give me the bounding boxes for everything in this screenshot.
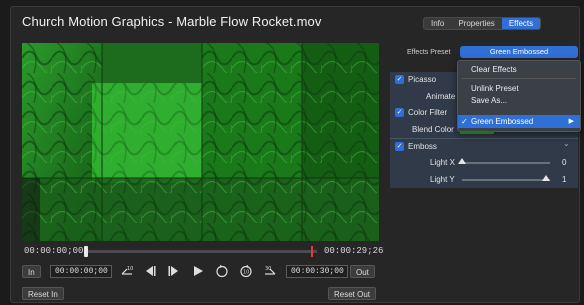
light-y-knob[interactable] (542, 175, 550, 181)
playhead[interactable] (84, 246, 88, 257)
checkmark-icon: ✓ (461, 117, 468, 126)
inspector-tabs: Info Properties Effects (423, 17, 542, 30)
video-preview[interactable] (22, 43, 379, 241)
forward-10-icon[interactable]: 10 (238, 263, 254, 279)
current-timecode: 00:00:00;00 (24, 246, 84, 256)
light-y-slider[interactable] (462, 179, 550, 181)
play-icon[interactable] (190, 263, 206, 279)
in-time-field[interactable]: 00:00:00;00 (50, 265, 112, 278)
picasso-label: Picasso (408, 75, 437, 84)
tab-properties[interactable]: Properties (451, 18, 501, 29)
animate-label: Animate (426, 92, 456, 101)
step-back-icon[interactable] (142, 263, 158, 279)
effects-preset-label: Effects Preset (407, 49, 451, 56)
effects-preset-select[interactable]: Green Embossed (460, 46, 578, 58)
menu-item-save-as[interactable]: Save As... (458, 95, 580, 106)
emboss-label: Emboss (408, 142, 437, 151)
reset-in-button[interactable]: Reset In (22, 287, 64, 300)
preset-dropdown-menu: Clear Effects Unlink Preset Save As... ✓… (457, 60, 581, 132)
collapse-chevron-icon[interactable]: ⌄ (563, 139, 570, 148)
submenu-arrow-icon: ▶ (568, 118, 574, 125)
menu-item-clear-effects[interactable]: Clear Effects (458, 64, 580, 75)
video-frame-image (22, 43, 379, 241)
out-button[interactable]: Out (350, 265, 375, 278)
in-button[interactable]: In (22, 265, 41, 278)
back-10-icon[interactable]: 10 (119, 263, 135, 279)
timeline-scrubber[interactable] (84, 246, 317, 257)
out-time-field[interactable]: 00:00:30;00 (286, 265, 348, 278)
menu-separator (462, 78, 576, 79)
emboss-checkbox[interactable]: ✓ (395, 142, 404, 151)
light-x-knob[interactable] (458, 158, 466, 164)
end-timecode: 00:00:29;26 (324, 246, 384, 256)
jump-30-icon[interactable]: 30 (262, 263, 278, 279)
svg-text:10: 10 (243, 270, 249, 276)
light-x-value: 0 (562, 158, 567, 167)
light-x-slider[interactable] (462, 162, 550, 164)
replay-icon[interactable] (214, 263, 230, 279)
tab-effects[interactable]: Effects (501, 18, 541, 29)
light-y-label: Light Y (430, 175, 455, 184)
light-y-value: 1 (562, 175, 567, 184)
svg-text:10: 10 (127, 266, 133, 272)
divider (390, 138, 578, 139)
light-x-label: Light X (430, 158, 455, 167)
tab-info[interactable]: Info (424, 18, 451, 29)
color-filter-checkbox[interactable]: ✓ (395, 108, 404, 117)
reset-out-button[interactable]: Reset Out (328, 287, 377, 300)
menu-item-unlink-preset[interactable]: Unlink Preset (458, 83, 580, 94)
picasso-checkbox[interactable]: ✓ (395, 75, 404, 84)
out-point-marker[interactable] (311, 246, 313, 257)
svg-text:30: 30 (265, 266, 271, 272)
menu-item-green-embossed[interactable]: ✓ Green Embossed ▶ (458, 115, 580, 128)
color-filter-label: Color Filter (408, 108, 448, 117)
window-title: Church Motion Graphics - Marble Flow Roc… (22, 14, 322, 29)
blend-color-label: Blend Color (412, 125, 454, 134)
step-forward-icon[interactable] (166, 263, 182, 279)
menu-item-label: Green Embossed (471, 117, 534, 126)
